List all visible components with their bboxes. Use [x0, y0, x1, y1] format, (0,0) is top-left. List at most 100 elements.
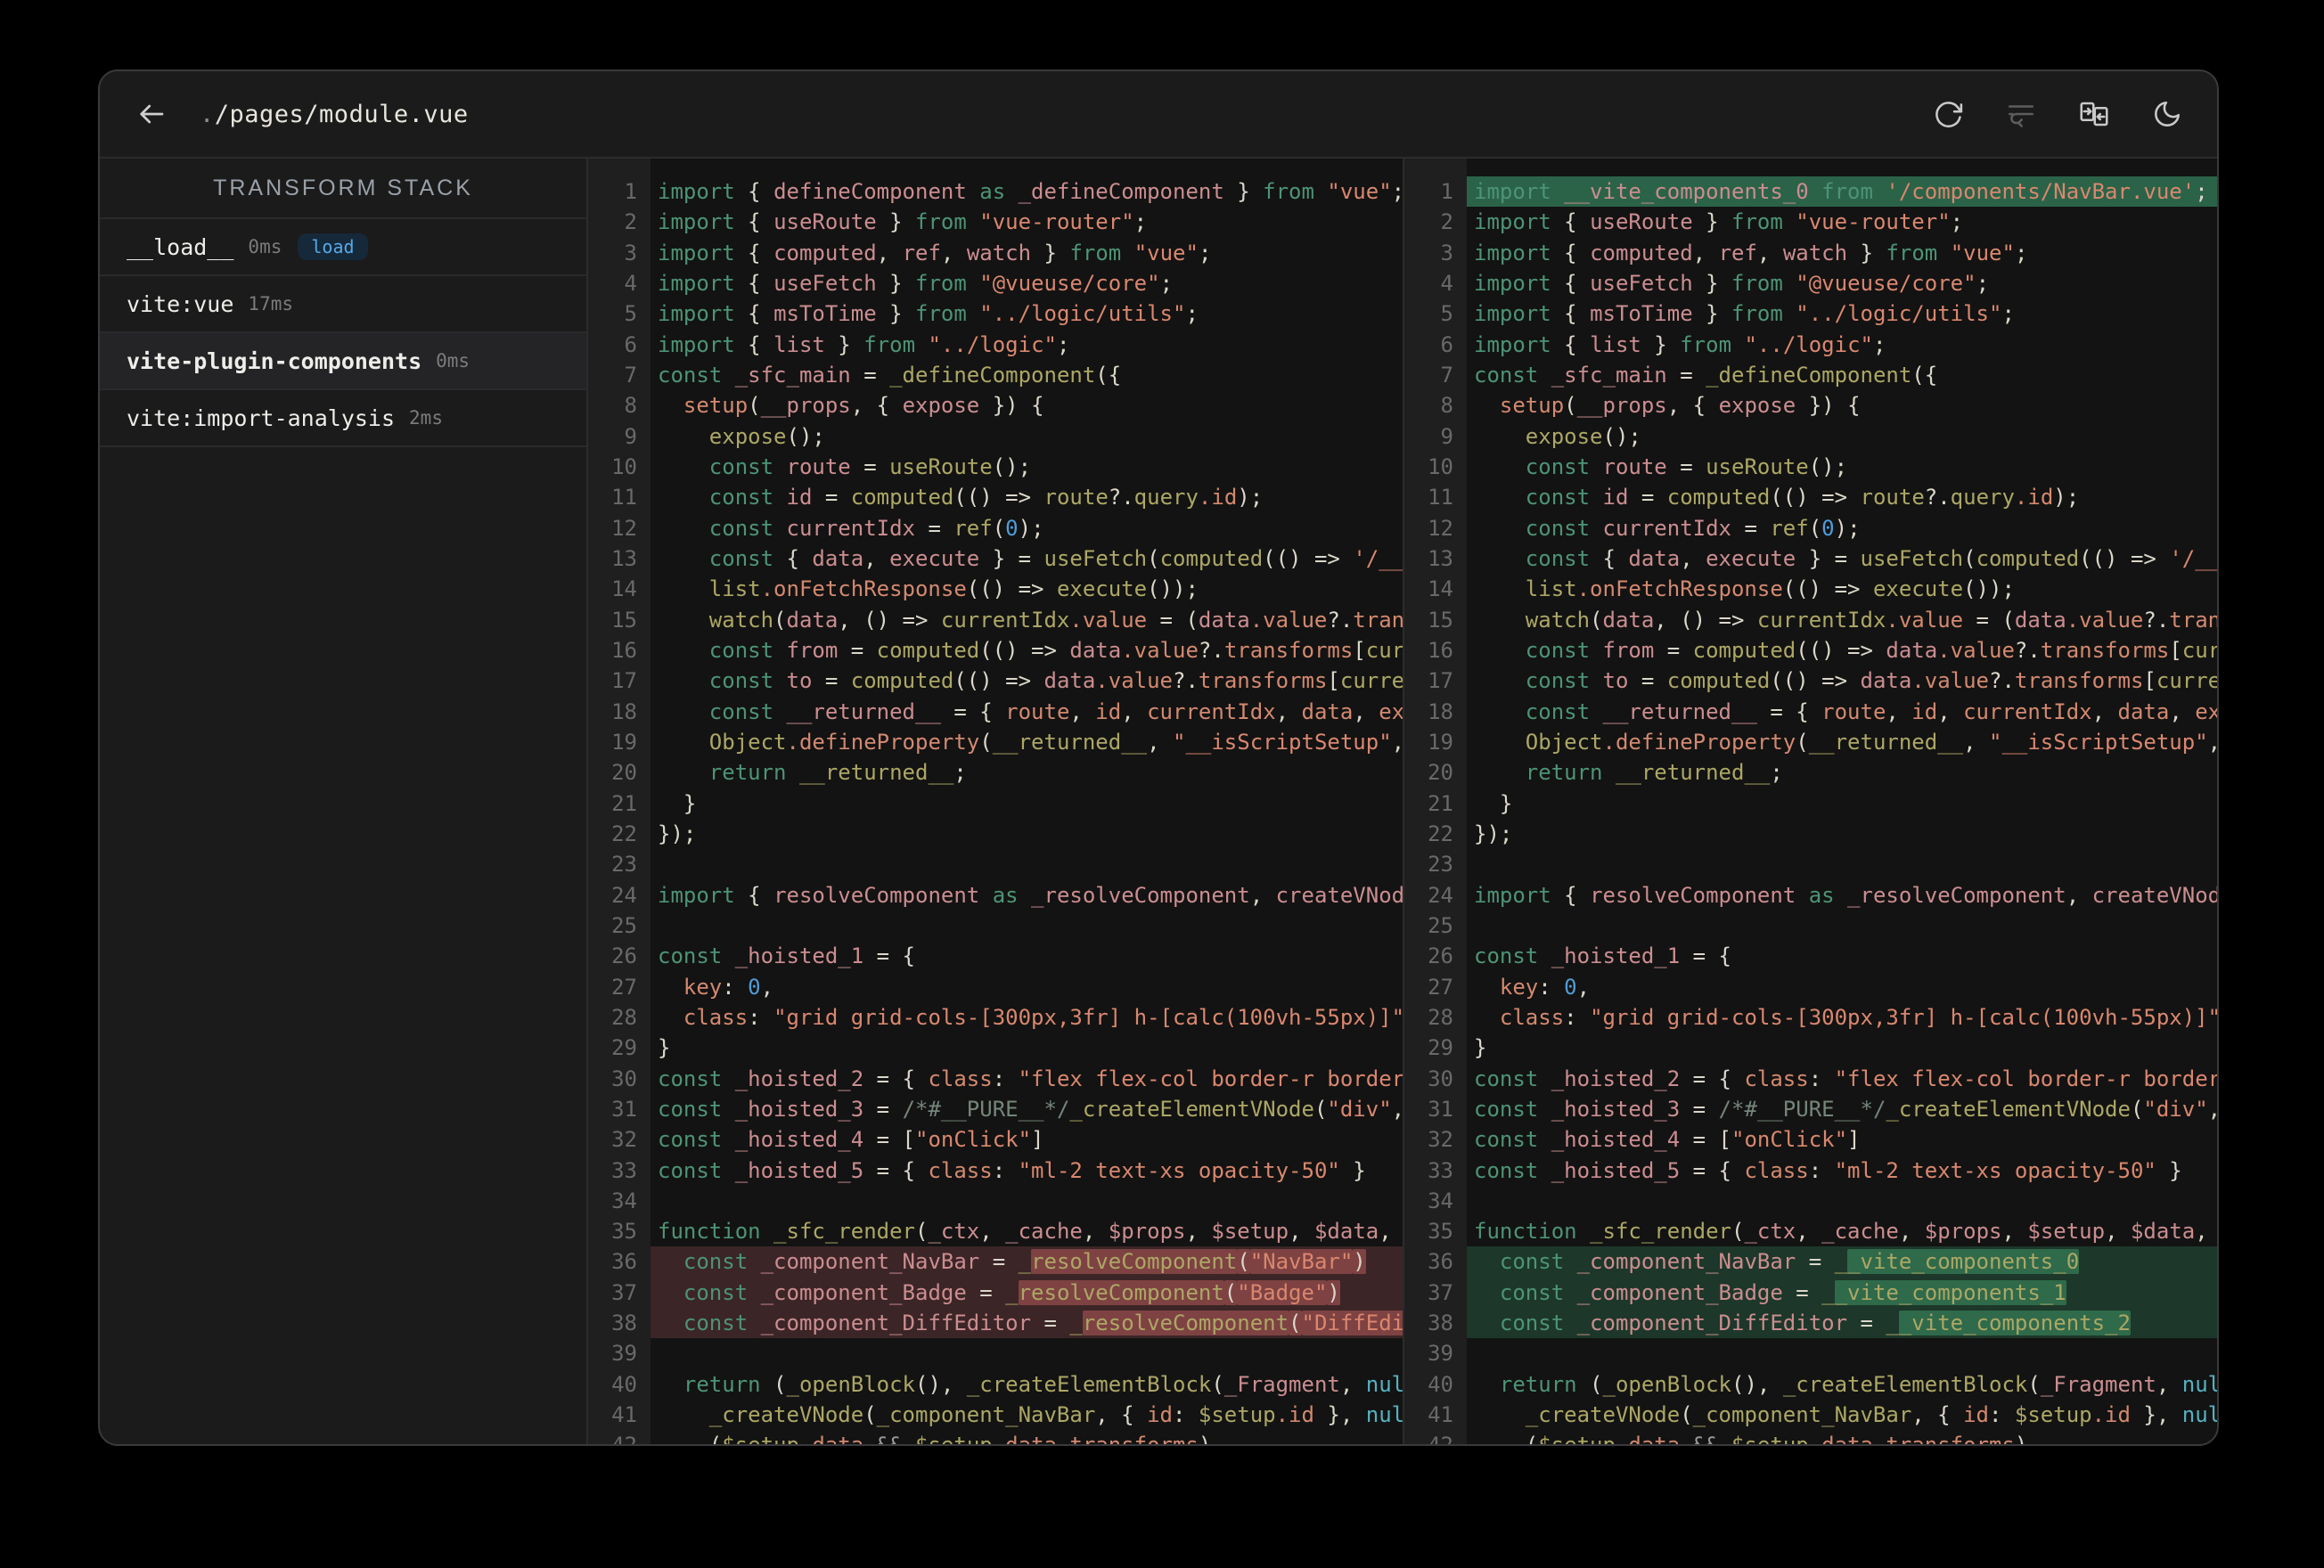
code-token: .value: [1911, 668, 1990, 694]
code-line: const __returned__ = { route, id, curren…: [1467, 697, 2217, 727]
code-token: (),: [1731, 1371, 1783, 1397]
back-button[interactable]: [134, 96, 169, 132]
code-token: const: [1499, 1311, 1577, 1336]
code-token: (() =>: [953, 668, 1044, 694]
code-token: .data: [1616, 1433, 1680, 1444]
code-token: , {: [1392, 730, 1403, 755]
code-token: useRoute: [889, 453, 993, 479]
line-number: 7: [624, 362, 637, 388]
code-token: createVNode: [1275, 882, 1403, 908]
code-token: const: [708, 668, 787, 694]
code-token: query: [1133, 485, 1199, 510]
code-token: .data: [1809, 1433, 1873, 1444]
code-token: ;: [2195, 179, 2208, 204]
line-number: 8: [624, 393, 637, 419]
code-token: const: [658, 1157, 735, 1183]
code-token: transforms: [1223, 637, 1354, 663]
line-number: 3: [624, 240, 637, 265]
code-token: 0: [1821, 515, 1835, 541]
line-number: 26: [1428, 943, 1453, 969]
code-token: = [: [1680, 1127, 1731, 1153]
code-token: useFetch: [1043, 545, 1148, 571]
code-token: const: [1525, 545, 1603, 571]
sidebar-item-vite-vue[interactable]: vite:vue 17ms: [100, 276, 586, 333]
code-token: [: [2143, 668, 2156, 694]
code-token: $setup: [2014, 1402, 2092, 1428]
code-token: "NavBar": [1249, 1249, 1354, 1275]
code-token: computed: [1692, 637, 1796, 663]
code-token: createVNode: [2091, 882, 2217, 908]
line-number-gutter-right: 1 2 3 4 5 6 7 8 9 10 11 12 13 14 15 16 17 18 19 20 21 22 23 24 2…: [1404, 159, 1467, 1444]
code-line: const _sfc_main = _defineComponent({: [651, 360, 1403, 390]
line-number: 6: [1440, 331, 1453, 357]
diff-pane-transformed[interactable]: 1 2 3 4 5 6 7 8 9 10 11 12 13 14 15 16 17 18 19 20 21 22 23 24 2…: [1404, 159, 2217, 1444]
code-token: "vue": [1327, 179, 1392, 204]
code-line: const id = computed(() => route?.query.i…: [1467, 482, 2217, 512]
code-token: ?.: [1989, 668, 2015, 694]
side-by-side-diff-icon[interactable]: [2078, 98, 2110, 130]
code-token: null: [2181, 1402, 2217, 1428]
code-token: ,: [1576, 974, 1591, 1000]
code-token: (: [1796, 729, 1809, 755]
code-token: .data: [799, 1433, 863, 1444]
code-token: import: [658, 209, 749, 235]
code-token: list: [708, 576, 761, 602]
line-number: 39: [1428, 1341, 1453, 1367]
line-number: 35: [1428, 1219, 1453, 1245]
code-token: from: [1808, 179, 1886, 204]
plugin-name: vite:import-analysis: [127, 404, 396, 431]
code-line: const _hoisted_5 = { class: "ml-2 text-x…: [1467, 1156, 2217, 1186]
code-token: computed: [850, 485, 954, 510]
code-token: "@vueuse/core": [979, 270, 1160, 296]
code-line: const _hoisted_1 = {: [1467, 941, 2217, 971]
code-token: = {: [1680, 1157, 1745, 1183]
code-line: import { list } from "../logic";: [651, 330, 1403, 360]
line-number: 30: [611, 1066, 637, 1091]
code-token: currentIdx: [1147, 698, 1276, 724]
code-token: "vue-router": [1796, 209, 1951, 235]
code-token: _component_NavBar: [1576, 1249, 1796, 1275]
sidebar-item--load-[interactable]: __load__ 0ms load: [100, 219, 586, 276]
diff-pane-original[interactable]: 1 2 3 4 5 6 7 8 9 10 11 12 13 14 15 16 17 18 19 20 21 22 23 24 2…: [588, 159, 1404, 1444]
moon-icon[interactable]: [2151, 98, 2183, 130]
code-line: expose();: [1467, 421, 2217, 452]
code-token: =: [850, 453, 890, 479]
sidebar-item-vite-plugin-components[interactable]: vite-plugin-components 0ms: [100, 333, 586, 390]
code-token: /*#__PURE__*/: [1718, 1096, 1886, 1122]
titlebar-actions: [1932, 98, 2183, 130]
line-number: 24: [1428, 882, 1453, 908]
code-line: const _component_DiffEditor = __vite_com…: [1467, 1308, 2217, 1339]
code-token: _ctx: [928, 1219, 980, 1245]
code-token: .onFetchResponse: [760, 576, 967, 602]
code-token: as: [1796, 882, 1848, 908]
line-number: 4: [624, 270, 637, 296]
code-token: .value: [1069, 607, 1148, 633]
code-token: , {: [850, 393, 903, 419]
code-line: }: [1467, 788, 2217, 819]
code-token: execute: [1706, 545, 1796, 571]
code-token: ;: [1056, 331, 1070, 357]
code-token: route: [1821, 698, 1886, 724]
word-wrap-icon[interactable]: [2005, 98, 2037, 130]
line-number: 11: [611, 485, 637, 510]
code-token: _component_NavBar: [760, 1249, 980, 1275]
code-line: const __returned__ = { route, id, curren…: [651, 697, 1403, 727]
code-token: ;: [1185, 301, 1199, 327]
code-token: ): [2015, 1433, 2027, 1444]
code-token: [: [1327, 668, 1340, 694]
refresh-icon[interactable]: [1932, 98, 1964, 130]
sidebar-item-vite-import-analysis[interactable]: vite:import-analysis 2ms: [100, 390, 586, 447]
code-token: ?.: [2143, 607, 2170, 633]
code-token: from: [1886, 240, 1951, 265]
code-token: data: [1602, 607, 1655, 633]
code-token: __vite_components_0: [1564, 179, 1809, 204]
code-token: (: [1808, 515, 1822, 541]
